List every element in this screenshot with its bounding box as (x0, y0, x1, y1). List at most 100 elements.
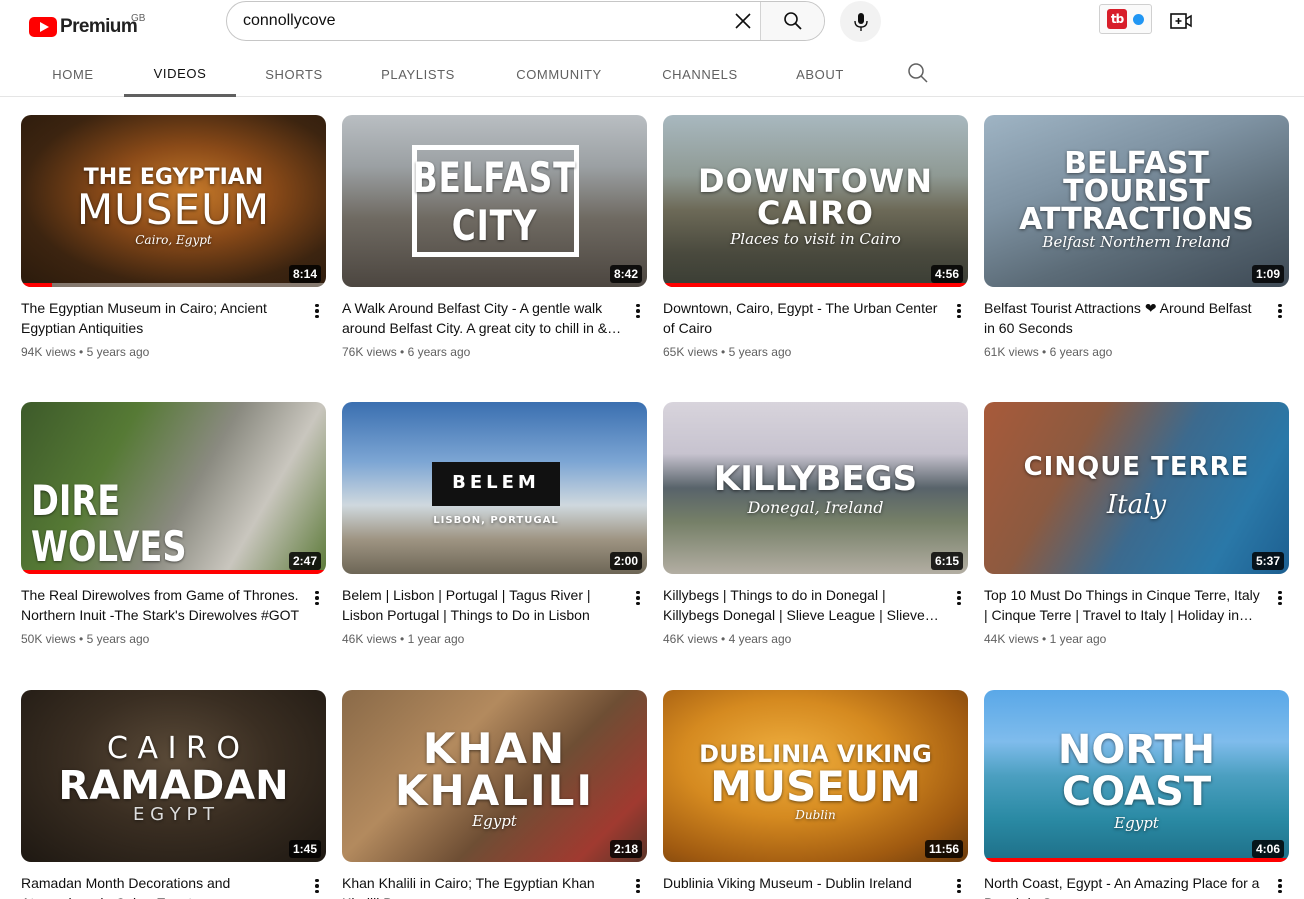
upload-age: 1 year ago (407, 632, 465, 646)
search-input[interactable] (227, 2, 726, 40)
video-thumbnail[interactable]: KILLYBEGS Donegal, Ireland 6:15 (663, 402, 968, 574)
tab-home[interactable]: HOME (40, 52, 106, 97)
create-video-button[interactable] (1168, 8, 1194, 34)
tab-channels[interactable]: CHANNELS (650, 52, 750, 97)
thumbnail-title: KHAN (422, 724, 567, 773)
video-title[interactable]: Dublinia Viking Museum - Dublin Ireland (663, 873, 943, 893)
thumbnail-title: NORTH (1057, 727, 1216, 773)
more-actions-button[interactable] (630, 876, 646, 896)
tab-community[interactable]: COMMUNITY (505, 52, 613, 97)
video-thumbnail[interactable]: CINQUE TERRE Italy 5:37 (984, 402, 1289, 574)
duration-badge: 8:14 (288, 265, 321, 283)
more-actions-button[interactable] (951, 588, 967, 608)
thumbnail-subtitle: Egypt (472, 812, 517, 830)
more-actions-button[interactable] (309, 301, 325, 321)
more-actions-button[interactable] (1272, 301, 1288, 321)
video-title[interactable]: Killybegs | Things to do in Donegal | Ki… (663, 585, 943, 625)
thumbnail-title: DOWNTOWN (698, 162, 933, 200)
region-code: GB (131, 13, 146, 24)
search-button[interactable] (760, 2, 824, 40)
video-thumbnail[interactable]: C A I R O RAMADAN E G Y P T 1:45 (21, 690, 326, 862)
video-thumbnail[interactable]: DOWNTOWN CAIRO Places to visit in Cairo … (663, 115, 968, 287)
video-meta: 50K views • 5 years ago (21, 632, 150, 646)
video-card: CINQUE TERRE Italy 5:37 Top 10 Must Do T… (984, 402, 1289, 646)
thumbnail-title: KHALILI (395, 766, 594, 815)
duration-badge: 11:56 (924, 840, 963, 858)
more-actions-button[interactable] (951, 301, 967, 321)
video-title[interactable]: The Egyptian Museum in Cairo; Ancient Eg… (21, 298, 301, 338)
thumbnail-subtitle: Italy (1106, 490, 1167, 520)
video-thumbnail[interactable]: KHAN KHALILI Egypt 2:18 (342, 690, 647, 862)
more-actions-button[interactable] (309, 588, 325, 608)
video-title[interactable]: Belem | Lisbon | Portugal | Tagus River … (342, 585, 622, 625)
video-card: BELEM LISBON, PORTUGAL 2:00 Belem | Lisb… (342, 402, 647, 646)
duration-badge: 4:56 (930, 265, 963, 283)
voice-search-button[interactable] (840, 1, 881, 42)
more-actions-button[interactable] (630, 301, 646, 321)
extension-icon: tb (1107, 9, 1127, 29)
thumbnail-title: DIRE (31, 476, 121, 525)
video-title[interactable]: Top 10 Must Do Things in Cinque Terre, I… (984, 585, 1264, 625)
video-thumbnail[interactable]: DUBLINIA VIKING MUSEUM Dublin 11:56 (663, 690, 968, 862)
youtube-play-icon (29, 17, 57, 37)
video-card: BELFAST CITY 8:42 A Walk Around Belfast … (342, 115, 647, 359)
more-actions-button[interactable] (1272, 588, 1288, 608)
thumbnail-title: RAMADAN (58, 763, 289, 809)
video-title[interactable]: Belfast Tourist Attractions ❤ Around Bel… (984, 298, 1264, 338)
tab-about[interactable]: ABOUT (785, 52, 855, 97)
video-title[interactable]: North Coast, Egypt - An Amazing Place fo… (984, 873, 1264, 899)
thumbnail-title: CINQUE TERRE (1023, 452, 1250, 482)
duration-badge: 1:09 (1251, 265, 1284, 283)
video-meta: 46K views • 4 years ago (663, 632, 792, 646)
more-actions-button[interactable] (630, 588, 646, 608)
channel-search-button[interactable] (907, 62, 931, 86)
search-icon (783, 12, 802, 30)
video-title[interactable]: Ramadan Month Decorations and Atmosphere… (21, 873, 301, 899)
view-count: 65K views (663, 345, 718, 359)
video-title[interactable]: A Walk Around Belfast City - A gentle wa… (342, 298, 622, 338)
clear-search-button[interactable] (726, 2, 760, 40)
video-thumbnail[interactable]: DIRE WOLVES 2:47 (21, 402, 326, 574)
video-thumbnail[interactable]: NORTH COAST Egypt 4:06 (984, 690, 1289, 862)
upload-age: 5 years ago (86, 345, 150, 359)
close-icon (735, 13, 751, 29)
thumbnail-subtitle: LISBON, PORTUGAL (433, 515, 559, 526)
view-count: 46K views (663, 632, 718, 646)
logo-text: Premium (60, 16, 138, 37)
watched-progress (663, 283, 968, 287)
view-count: 44K views (984, 632, 1039, 646)
video-thumbnail[interactable]: BELFAST CITY 8:42 (342, 115, 647, 287)
video-meta: 65K views • 5 years ago (663, 345, 792, 359)
tab-playlists[interactable]: PLAYLISTS (370, 52, 466, 97)
extension-badge[interactable]: tb (1099, 4, 1152, 34)
video-thumbnail[interactable]: THE EGYPTIAN MUSEUM Cairo, Egypt 8:14 (21, 115, 326, 287)
thumbnail-subtitle: Belfast Northern Ireland (1042, 233, 1231, 251)
thumbnail-title: KILLYBEGS (713, 459, 918, 499)
tab-videos[interactable]: VIDEOS (124, 52, 236, 97)
video-title[interactable]: Khan Khalili in Cairo; The Egyptian Khan… (342, 873, 622, 899)
more-actions-button[interactable] (951, 876, 967, 896)
youtube-premium-logo[interactable]: Premium (29, 14, 138, 40)
video-title[interactable]: Downtown, Cairo, Egypt - The Urban Cente… (663, 298, 943, 338)
view-count: 61K views (984, 345, 1039, 359)
video-card: THE EGYPTIAN MUSEUM Cairo, Egypt 8:14 Th… (21, 115, 326, 359)
video-thumbnail[interactable]: BELFAST TOURIST ATTRACTIONS Belfast Nort… (984, 115, 1289, 287)
progress-track (21, 283, 326, 287)
watched-progress (21, 283, 52, 287)
more-actions-button[interactable] (1272, 876, 1288, 896)
thumbnail-title: BELEM (452, 472, 540, 493)
thumbnail-title: WOLVES (31, 522, 187, 571)
extension-status-dot (1133, 13, 1144, 25)
microphone-icon (853, 12, 868, 31)
thumbnail-subtitle: Dublin (795, 808, 836, 822)
view-count: 50K views (21, 632, 76, 646)
upload-age: 5 years ago (86, 632, 150, 646)
video-meta: 46K views • 1 year ago (342, 632, 465, 646)
video-title[interactable]: The Real Direwolves from Game of Thrones… (21, 585, 301, 625)
more-actions-button[interactable] (309, 876, 325, 896)
thumbnail-title: CAIRO (757, 194, 874, 232)
upload-age: 1 year ago (1049, 632, 1107, 646)
thumbnail-title: E G Y P T (132, 804, 215, 825)
video-thumbnail[interactable]: BELEM LISBON, PORTUGAL 2:00 (342, 402, 647, 574)
tab-shorts[interactable]: SHORTS (254, 52, 334, 97)
